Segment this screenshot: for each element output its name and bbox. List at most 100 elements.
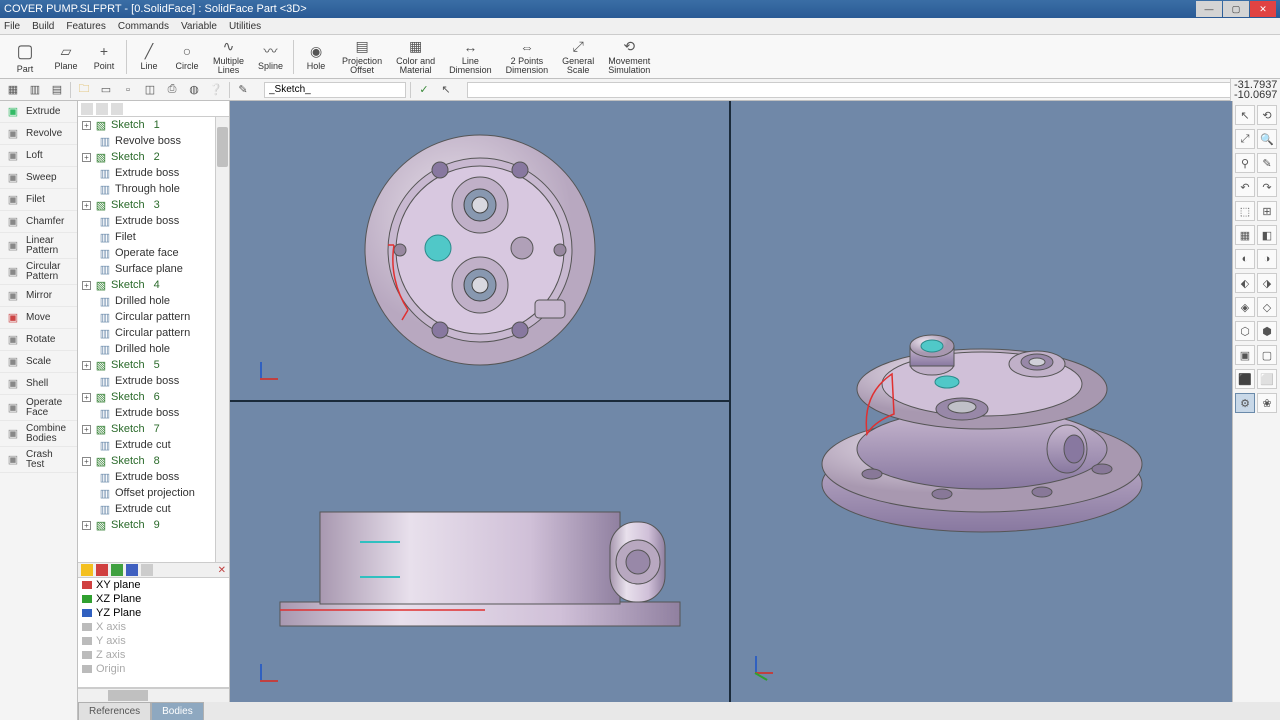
- tb-help-icon[interactable]: ❔: [207, 81, 225, 99]
- view-tool-button[interactable]: ⚙: [1235, 393, 1255, 413]
- tool-loft[interactable]: ▣Loft: [0, 145, 77, 167]
- ribbon-line[interactable]: ╱Line: [131, 37, 167, 77]
- tool-revolve[interactable]: ▣Revolve: [0, 123, 77, 145]
- expand-icon[interactable]: +: [82, 153, 91, 162]
- view-tool-button[interactable]: ⊞: [1257, 201, 1277, 221]
- ribbon-movement-simulation[interactable]: ⟲Movement Simulation: [602, 37, 656, 77]
- tool-move[interactable]: ▣Move: [0, 307, 77, 329]
- tool-rotate[interactable]: ▣Rotate: [0, 329, 77, 351]
- tb-folder-icon[interactable]: 🗀: [75, 81, 93, 99]
- view-tool-button[interactable]: ⬜: [1257, 369, 1277, 389]
- tab-references[interactable]: References: [78, 702, 151, 720]
- tb-accept-icon[interactable]: ✓: [415, 81, 433, 99]
- tree-feature[interactable]: ▥Circular pattern: [78, 325, 229, 341]
- ribbon-spline[interactable]: 〰Spline: [252, 37, 289, 77]
- minimize-button[interactable]: —: [1196, 1, 1222, 17]
- tree-feature[interactable]: ▥Surface plane: [78, 261, 229, 277]
- expand-icon[interactable]: +: [82, 121, 91, 130]
- tree-feature[interactable]: ▥Extrude cut: [78, 501, 229, 517]
- tb-print-icon[interactable]: ⎙: [163, 81, 181, 99]
- ribbon-point[interactable]: +Point: [86, 37, 122, 77]
- view-tool-button[interactable]: ❀: [1257, 393, 1277, 413]
- view-tool-button[interactable]: ⬡: [1235, 321, 1255, 341]
- tree-sketch-2[interactable]: +▧Sketch2: [78, 149, 229, 165]
- tb-chart-icon[interactable]: ◫: [141, 81, 159, 99]
- tree-sketch-4[interactable]: +▧Sketch4: [78, 277, 229, 293]
- tree-btn-icon[interactable]: [111, 103, 123, 115]
- planes-btn-icon[interactable]: [126, 564, 138, 576]
- menu-variable[interactable]: Variable: [181, 21, 217, 32]
- tool-operate-face[interactable]: ▣Operate Face: [0, 395, 77, 421]
- tree-sketch-9[interactable]: +▧Sketch9: [78, 517, 229, 533]
- view-tool-button[interactable]: ⬚: [1235, 201, 1255, 221]
- tree-feature[interactable]: ▥Offset projection: [78, 485, 229, 501]
- tree-feature[interactable]: ▥Extrude boss: [78, 405, 229, 421]
- tree-scrollbar[interactable]: [215, 117, 229, 562]
- tree-btn-icon[interactable]: [96, 103, 108, 115]
- plane-item[interactable]: XZ Plane: [78, 592, 229, 606]
- expand-icon[interactable]: +: [82, 361, 91, 370]
- ribbon-hole[interactable]: ◉Hole: [298, 37, 334, 77]
- scroll-thumb[interactable]: [108, 690, 148, 701]
- tree-sketch-3[interactable]: +▧Sketch3: [78, 197, 229, 213]
- view-tool-button[interactable]: 🔍: [1257, 129, 1277, 149]
- expand-icon[interactable]: +: [82, 521, 91, 530]
- tree-btn-icon[interactable]: [81, 103, 93, 115]
- expand-icon[interactable]: +: [82, 457, 91, 466]
- tool-extrude[interactable]: ▣Extrude: [0, 101, 77, 123]
- expand-icon[interactable]: +: [82, 281, 91, 290]
- view-tool-button[interactable]: ◈: [1235, 297, 1255, 317]
- view-tool-button[interactable]: ↷: [1257, 177, 1277, 197]
- view-tool-button[interactable]: ◧: [1257, 225, 1277, 245]
- tree-sketch-1[interactable]: +▧Sketch1: [78, 117, 229, 133]
- tool-shell[interactable]: ▣Shell: [0, 373, 77, 395]
- tree-feature[interactable]: ▥Revolve boss: [78, 133, 229, 149]
- plane-item[interactable]: YZ Plane: [78, 606, 229, 620]
- tool-mirror[interactable]: ▣Mirror: [0, 285, 77, 307]
- tb-view1-icon[interactable]: ▦: [4, 81, 22, 99]
- planes-btn-icon[interactable]: [141, 564, 153, 576]
- plane-item[interactable]: XY plane: [78, 578, 229, 592]
- tb-globe-icon[interactable]: ◍: [185, 81, 203, 99]
- menu-features[interactable]: Features: [66, 21, 105, 32]
- planes-btn-icon[interactable]: [111, 564, 123, 576]
- tree-feature[interactable]: ▥Extrude boss: [78, 469, 229, 485]
- tool-circular-pattern[interactable]: ▣Circular Pattern: [0, 259, 77, 285]
- view-tool-button[interactable]: ◇: [1257, 297, 1277, 317]
- plane-item[interactable]: Origin: [78, 662, 229, 676]
- ribbon-part[interactable]: ▢Part: [4, 37, 46, 77]
- scroll-thumb[interactable]: [217, 127, 228, 167]
- maximize-button[interactable]: ▢: [1223, 1, 1249, 17]
- expand-icon[interactable]: +: [82, 201, 91, 210]
- tree-feature[interactable]: ▥Extrude cut: [78, 437, 229, 453]
- tool-scale[interactable]: ▣Scale: [0, 351, 77, 373]
- h-scrollbar[interactable]: [78, 688, 229, 702]
- tool-chamfer[interactable]: ▣Chamfer: [0, 211, 77, 233]
- view-tool-button[interactable]: ⬗: [1257, 273, 1277, 293]
- expand-icon[interactable]: +: [82, 425, 91, 434]
- tool-combine-bodies[interactable]: ▣Combine Bodies: [0, 421, 77, 447]
- menu-utilities[interactable]: Utilities: [229, 21, 261, 32]
- tree-feature[interactable]: ▥Extrude boss: [78, 213, 229, 229]
- viewport-front[interactable]: [230, 402, 731, 703]
- tb-view2-icon[interactable]: ▥: [26, 81, 44, 99]
- ribbon-color-and-material[interactable]: ▦Color and Material: [390, 37, 441, 77]
- tb-page-icon[interactable]: ▭: [97, 81, 115, 99]
- menu-build[interactable]: Build: [32, 21, 54, 32]
- tree-feature[interactable]: ▥Filet: [78, 229, 229, 245]
- tb-view3-icon[interactable]: ▤: [48, 81, 66, 99]
- view-tool-button[interactable]: ◐: [1235, 249, 1255, 269]
- view-tool-button[interactable]: ⬛: [1235, 369, 1255, 389]
- plane-item[interactable]: Y axis: [78, 634, 229, 648]
- tb-cursor-icon[interactable]: ↖: [437, 81, 455, 99]
- tree-feature[interactable]: ▥Extrude boss: [78, 373, 229, 389]
- view-tool-button[interactable]: ⟲: [1257, 105, 1277, 125]
- tool-linear-pattern[interactable]: ▣Linear Pattern: [0, 233, 77, 259]
- command-bar[interactable]: [467, 82, 1258, 98]
- view-tool-button[interactable]: ▦: [1235, 225, 1255, 245]
- tree-feature[interactable]: ▥Operate face: [78, 245, 229, 261]
- tb-doc-icon[interactable]: ▫: [119, 81, 137, 99]
- tab-bodies[interactable]: Bodies: [151, 702, 204, 720]
- tree-feature[interactable]: ▥Extrude boss: [78, 165, 229, 181]
- tool-crash-test[interactable]: ▣Crash Test: [0, 447, 77, 473]
